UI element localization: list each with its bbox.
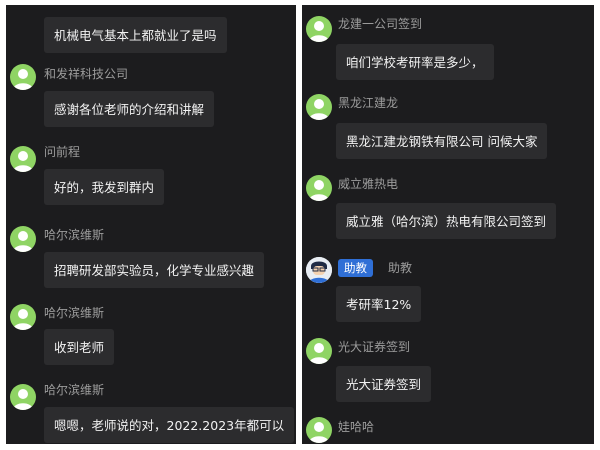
sender-name: 龙建一公司签到 bbox=[338, 17, 423, 31]
person-silhouette-icon[interactable] bbox=[306, 417, 332, 443]
sender-name: 哈尔滨维斯 bbox=[44, 383, 105, 397]
message-bubble[interactable]: 招聘研发部实验员，化学专业感兴趣 bbox=[44, 252, 265, 288]
message-bubble[interactable]: 威立雅（哈尔滨）热电有限公司签到 bbox=[336, 203, 557, 239]
message-bubble[interactable]: 咱们学校考研率是多少， bbox=[336, 44, 494, 80]
sender-name: 和发祥科技公司 bbox=[44, 67, 129, 81]
message-bubble[interactable]: 考研率12% bbox=[336, 286, 422, 322]
chat-panel-right: 龙建一公司签到 咱们学校考研率是多少， 黑龙江建龙 黑龙江建龙钢铁有限公司 问候… bbox=[302, 5, 594, 444]
person-silhouette-icon[interactable] bbox=[306, 16, 332, 42]
chat-panel-left: 机械电气基本上都就业了是吗 和发祥科技公司 感谢各位老师的介绍和讲解 问前程 好… bbox=[6, 5, 296, 444]
person-silhouette-icon[interactable] bbox=[306, 338, 332, 364]
message-bubble[interactable]: 好的，我发到群内 bbox=[44, 169, 165, 205]
message-bubble[interactable]: 黑龙江建龙钢铁有限公司 问候大家 bbox=[336, 123, 548, 159]
person-silhouette-icon[interactable] bbox=[306, 94, 332, 120]
role-badge: 助教 bbox=[338, 259, 373, 277]
person-silhouette-icon[interactable] bbox=[10, 384, 36, 410]
teacher-avatar-icon[interactable] bbox=[306, 257, 332, 283]
sender-name: 助教 bbox=[388, 261, 413, 275]
sender-name: 威立雅热电 bbox=[338, 177, 399, 191]
sender-name: 光大证券签到 bbox=[338, 340, 411, 354]
sender-name: 娃哈哈 bbox=[338, 420, 375, 434]
message-bubble[interactable]: 光大证券签到 bbox=[336, 366, 432, 402]
message-bubble[interactable]: 感谢各位老师的介绍和讲解 bbox=[44, 91, 215, 127]
sender-name: 问前程 bbox=[44, 145, 81, 159]
message-bubble[interactable]: 收到老师 bbox=[44, 329, 115, 365]
person-silhouette-icon[interactable] bbox=[10, 146, 36, 172]
person-silhouette-icon[interactable] bbox=[306, 175, 332, 201]
sender-name: 黑龙江建龙 bbox=[338, 96, 399, 110]
message-bubble[interactable]: 机械电气基本上都就业了是吗 bbox=[44, 17, 227, 53]
person-silhouette-icon[interactable] bbox=[10, 64, 36, 90]
sender-name: 哈尔滨维斯 bbox=[44, 228, 105, 242]
person-silhouette-icon[interactable] bbox=[10, 304, 36, 330]
person-silhouette-icon[interactable] bbox=[10, 226, 36, 252]
message-bubble[interactable]: 嗯嗯，老师说的对，2022.2023年都可以 bbox=[44, 407, 295, 443]
sender-name: 哈尔滨维斯 bbox=[44, 306, 105, 320]
